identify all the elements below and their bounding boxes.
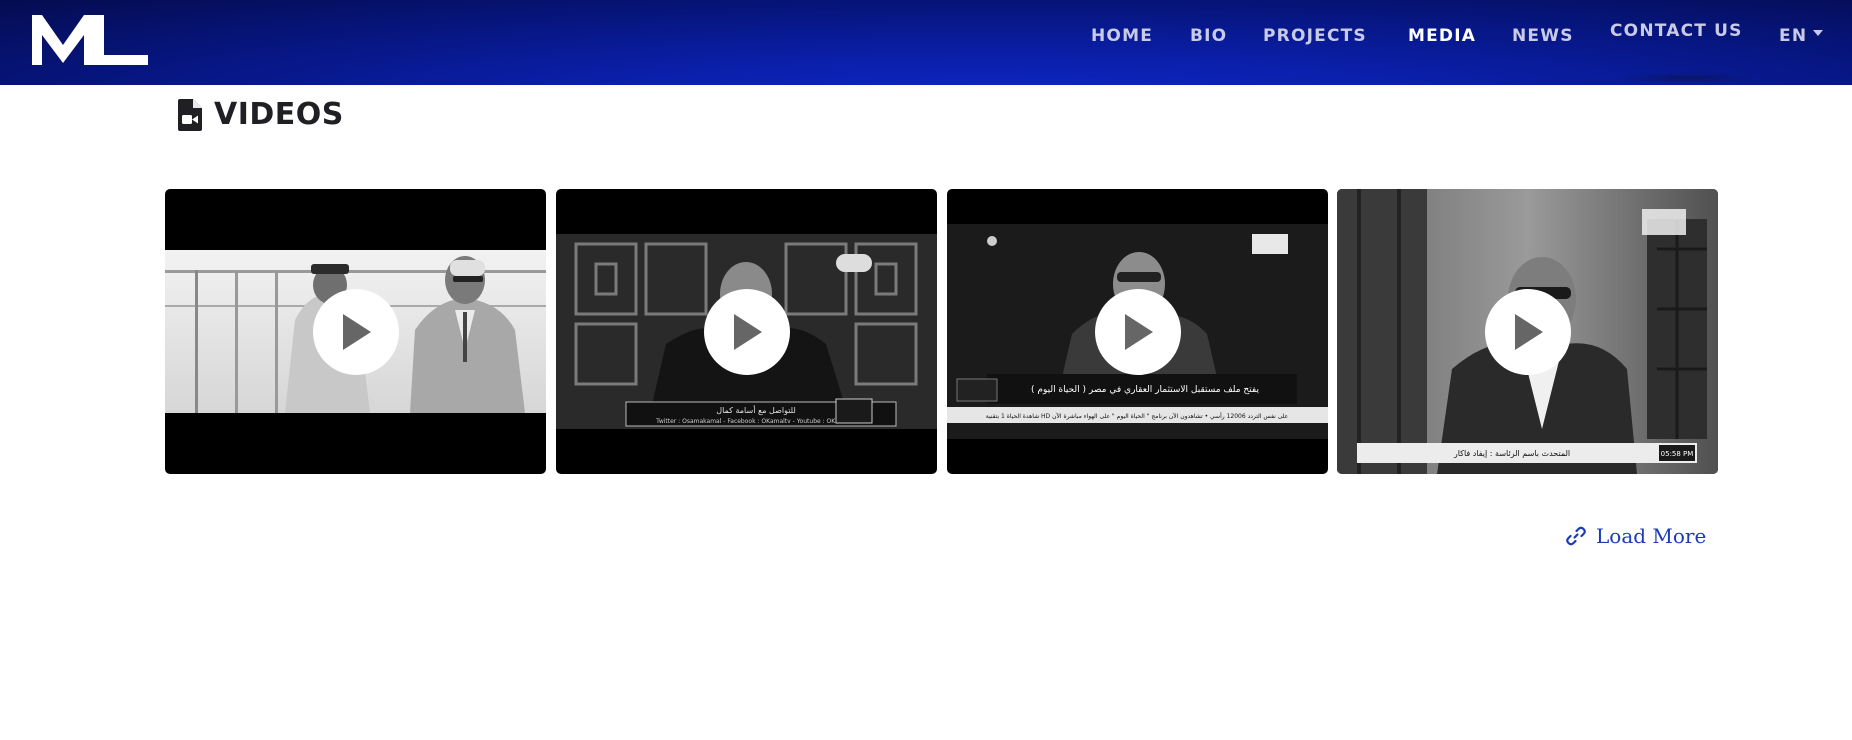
nav-shadow [1618,73,1758,83]
video-card[interactable]: للتواصل مع أسامة كمال Twitter : Osamakam… [556,189,937,474]
play-icon [342,313,371,350]
nav-media[interactable]: MEDIA [1408,26,1476,46]
play-button[interactable] [1484,288,1571,375]
nav-home[interactable]: HOME [1091,26,1153,46]
play-icon [1514,313,1543,350]
chevron-down-icon [1813,30,1824,36]
file-video-icon [178,98,202,131]
video-card[interactable]: ( الحياة اليوم ) يفتح ملف مستقبل الاستثم… [947,189,1328,474]
load-more-link[interactable]: Load More [1566,524,1706,548]
link-icon [1566,526,1586,546]
play-button[interactable] [703,288,790,375]
nav-projects[interactable]: PROJECTS [1263,26,1367,46]
video-caption: المتحدث باسم الرئاسة : إيفاد فاكار [1453,449,1570,459]
video-card[interactable] [165,189,546,474]
video-ticker: شاهدة الحياة 1 بتقنية HD على نفس التردد … [986,412,1289,420]
top-navbar: HOME BIO PROJECTS MEDIA NEWS CONTACT US … [0,0,1852,85]
language-selector[interactable]: EN [1779,26,1824,46]
load-more-label: Load More [1596,524,1707,548]
video-ticker: 05:58 PM [1661,450,1694,458]
videos-heading: VIDEOS [178,97,344,132]
video-caption: ( الحياة اليوم ) يفتح ملف مستقبل الاستثم… [1031,385,1259,395]
video-caption: للتواصل مع أسامة كمال [716,405,796,415]
play-button[interactable] [312,288,399,375]
video-card[interactable]: المتحدث باسم الرئاسة : إيفاد فاكار 05:58… [1337,189,1718,474]
nav-contact-us[interactable]: CONTACT US [1610,21,1743,41]
play-icon [733,313,762,350]
ml-logo[interactable] [30,5,150,71]
nav-bio[interactable]: BIO [1190,26,1227,46]
language-label: EN [1779,26,1808,46]
page-title: VIDEOS [214,97,344,132]
nav-news[interactable]: NEWS [1512,26,1574,46]
play-icon [1124,313,1153,350]
video-ticker: Twitter : Osamakamal - Facebook : OKamal… [655,418,856,425]
play-button[interactable] [1094,288,1181,375]
